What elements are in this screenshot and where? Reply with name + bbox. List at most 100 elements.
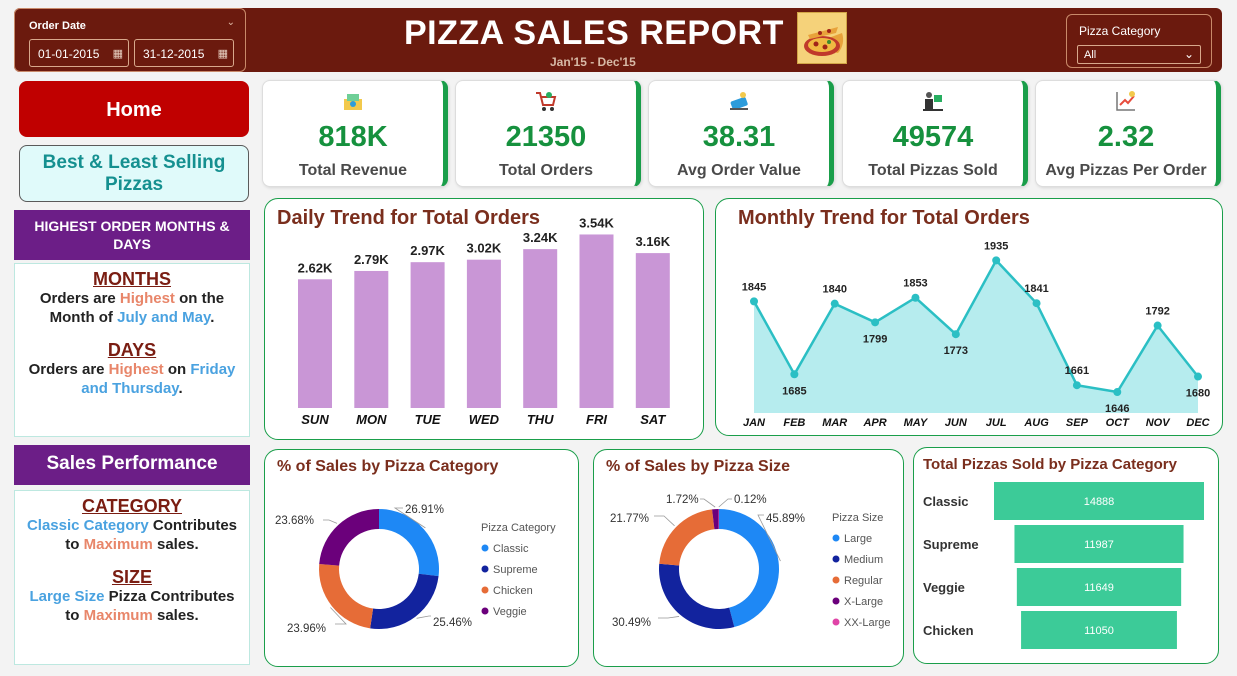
kpi-value: 38.31: [702, 121, 776, 153]
donut-slice: [659, 563, 735, 629]
sales-performance-heading: Sales Performance: [14, 445, 250, 485]
data-label: 25.46%: [433, 617, 472, 629]
x-tick-label: APR: [862, 417, 886, 429]
data-label: 2.97K: [410, 243, 445, 258]
data-label: 1773: [944, 345, 968, 357]
data-point: [1113, 388, 1122, 397]
data-point: [951, 330, 960, 339]
donut-slice: [319, 564, 374, 629]
calendar-icon[interactable]: ▦: [218, 47, 228, 60]
legend-marker: [832, 534, 840, 542]
leader-line: [416, 615, 431, 619]
best-least-selling-button[interactable]: Best & Least Selling Pizzas: [19, 145, 249, 202]
data-label: 11987: [1084, 539, 1114, 551]
x-tick-label: MAY: [904, 417, 929, 429]
x-tick-label: AUG: [1023, 417, 1049, 429]
legend-marker: [481, 565, 489, 573]
bar: [466, 259, 501, 408]
x-tick-label: SUN: [301, 412, 329, 427]
x-tick-label: NOV: [1146, 417, 1172, 429]
kpi-avg-order-value: 38.31 Avg Order Value: [648, 80, 834, 187]
kpi-total-pizzas-sold: 49574 Total Pizzas Sold: [842, 80, 1028, 187]
category-heading: CATEGORY: [81, 496, 182, 516]
kpi-label: Avg Order Value: [677, 162, 801, 179]
data-point: [871, 318, 880, 327]
legend-title: Pizza Size: [832, 512, 883, 524]
calendar-icon[interactable]: ▦: [113, 47, 123, 60]
data-point: [1072, 381, 1081, 390]
legend-marker: [832, 555, 840, 563]
legend-label: Regular: [844, 575, 883, 587]
order-date-label: Order Date: [29, 20, 86, 32]
data-label: 23.96%: [287, 623, 326, 635]
leader-line: [658, 616, 680, 619]
data-label: 1799: [863, 333, 887, 345]
pizza-category-filter: Pizza Category All ⌄: [1066, 14, 1212, 68]
leader-line: [700, 498, 716, 508]
date-from-value: 01-01-2015: [38, 47, 100, 61]
data-point: [992, 256, 1001, 265]
data-label: 1685: [782, 385, 806, 397]
legend-marker: [832, 618, 840, 626]
legend-label: Medium: [844, 554, 883, 566]
data-label: 23.68%: [275, 515, 314, 527]
x-tick-label: JAN: [743, 417, 766, 429]
legend-marker: [832, 576, 840, 584]
category-insight: Classic Category Contributes to Maximum …: [26, 517, 238, 553]
size-insight: Large Size Pizza Contributes to Maximum …: [29, 588, 235, 624]
date-to-input[interactable]: 31-12-2015 ▦: [134, 39, 234, 67]
months-insight: Orders are Highest on the Month of July …: [39, 290, 225, 326]
page-subtitle: Jan'15 - Dec'15: [550, 55, 636, 69]
sales-by-size-donut: 45.89% 30.49% 21.77% 1.72% 0.12% Pizza Size La…: [610, 494, 890, 629]
data-label: 1792: [1145, 306, 1169, 318]
x-tick-label: FRI: [586, 412, 607, 427]
legend-label: X-Large: [844, 596, 883, 608]
data-label: 3.24K: [523, 230, 558, 245]
data-label: 1.72%: [666, 494, 699, 506]
data-label: 2.79K: [354, 252, 389, 267]
legend-marker: [832, 597, 840, 605]
months-heading: MONTHS: [93, 269, 171, 289]
date-to-value: 31-12-2015: [143, 47, 205, 61]
leader-line: [654, 515, 675, 527]
x-tick-label: JUL: [986, 417, 1007, 429]
data-label: 0.12%: [734, 494, 767, 506]
data-point: [830, 299, 839, 308]
date-from-input[interactable]: 01-01-2015 ▦: [29, 39, 129, 67]
pizza-category-select[interactable]: All ⌄: [1077, 45, 1201, 64]
kpi-label: Total Orders: [499, 162, 593, 179]
kpi-avg-pizzas-per-order: 2.32 Avg Pizzas Per Order: [1035, 80, 1221, 187]
data-point: [1153, 321, 1162, 330]
daily-trend-chart: 2.62K SUN 2.79K MON 2.97K TUE 3.02K WED 3.24K THU…: [298, 215, 671, 427]
bar: [410, 262, 445, 408]
x-tick-label: JUN: [945, 417, 968, 429]
highest-order-insights: MONTHS Orders are Highest on the Month o…: [14, 263, 250, 437]
money-icon: [344, 94, 362, 110]
data-label: 1841: [1024, 283, 1048, 295]
data-label: 1845: [742, 281, 766, 293]
data-label: 3.16K: [635, 234, 670, 249]
home-button[interactable]: Home: [19, 81, 249, 137]
x-tick-label: MON: [356, 412, 387, 427]
kpi-total-revenue: 818K Total Revenue: [262, 80, 448, 187]
donut-slice: [379, 509, 439, 577]
chevron-down-icon[interactable]: ⌄: [227, 17, 235, 28]
chevron-down-icon: ⌄: [1183, 47, 1194, 61]
kpi-label: Avg Pizzas Per Order: [1045, 162, 1207, 179]
data-label: 11649: [1084, 582, 1114, 594]
chef-icon: [923, 92, 943, 111]
growth-chart-icon: [1116, 91, 1135, 111]
sales-performance-insights: CATEGORY Classic Category Contributes to…: [14, 490, 250, 665]
kpi-total-orders: 21350 Total Orders: [455, 80, 641, 187]
leader-line: [718, 498, 732, 508]
area-fill: [754, 260, 1198, 413]
leader-line: [323, 519, 338, 524]
pizzas-sold-by-category-card: Total Pizzas Sold by Pizza Category 1488…: [913, 447, 1219, 664]
bar: [635, 253, 670, 408]
size-heading: SIZE: [111, 567, 152, 587]
donut-slice: [659, 509, 715, 566]
data-label: 3.54K: [579, 215, 614, 230]
x-tick-label: OCT: [1106, 417, 1131, 429]
legend-marker: [481, 607, 489, 615]
data-label: 14888: [1084, 496, 1115, 508]
